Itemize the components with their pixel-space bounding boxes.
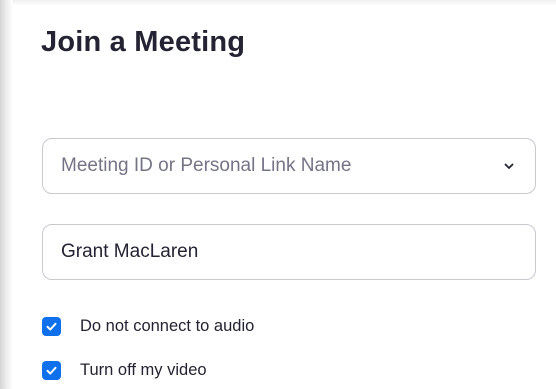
name-input[interactable]	[43, 225, 535, 279]
video-off-checkbox[interactable]	[42, 360, 61, 380]
checkmark-icon	[46, 322, 57, 330]
video-off-label: Turn off my video	[80, 360, 207, 379]
no-audio-label: Do not connect to audio	[80, 316, 255, 335]
meeting-id-input[interactable]	[43, 139, 535, 193]
chevron-down-icon[interactable]	[501, 158, 517, 174]
join-meeting-panel: Join a Meeting Do not connect to audio	[13, 6, 556, 389]
option-no-audio[interactable]: Do not connect to audio	[42, 314, 254, 338]
window-edge-shadow	[0, 0, 13, 389]
page-title: Join a Meeting	[41, 26, 246, 58]
no-audio-checkbox[interactable]	[42, 316, 61, 336]
meeting-id-combobox[interactable]	[42, 138, 536, 194]
option-video-off[interactable]: Turn off my video	[42, 358, 207, 382]
join-meeting-window: Join a Meeting Do not connect to audio	[0, 0, 556, 389]
name-field[interactable]	[42, 224, 536, 280]
checkmark-icon	[46, 366, 57, 374]
